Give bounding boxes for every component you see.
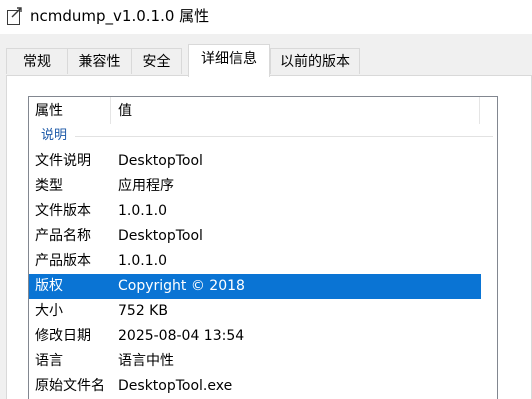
tab-strip: 常规 兼容性 安全 详细信息 以前的版本	[0, 34, 532, 77]
property-value: 1.0.1.0	[118, 203, 167, 219]
list-item[interactable]: 文件说明 DesktopTool	[29, 149, 481, 174]
column-divider[interactable]	[479, 97, 480, 124]
tab-security[interactable]: 安全	[131, 48, 182, 74]
group-label: 说明	[41, 128, 68, 143]
properties-window: ncmdump_v1.0.1.0 属性 常规 兼容性 安全 详细信息 以前的版本…	[0, 0, 532, 399]
property-name: 产品版本	[35, 253, 91, 269]
column-header: 属性 值	[29, 97, 497, 124]
tab-general[interactable]: 常规	[6, 48, 68, 74]
column-header-property[interactable]: 属性	[35, 102, 63, 120]
title-bar[interactable]: ncmdump_v1.0.1.0 属性	[0, 0, 532, 34]
list-item[interactable]: 产品版本 1.0.1.0	[29, 249, 481, 274]
list-item[interactable]: 语言 语言中性	[29, 349, 481, 374]
column-divider[interactable]	[110, 97, 111, 124]
column-header-value[interactable]: 值	[118, 102, 132, 120]
property-value: 应用程序	[118, 178, 174, 194]
property-value: Copyright © 2018	[118, 278, 245, 294]
property-value: DesktopTool.exe	[118, 378, 233, 394]
properties-icon	[6, 6, 24, 26]
list-item[interactable]: 文件版本 1.0.1.0	[29, 199, 481, 224]
details-list[interactable]: 属性 值 说明 文件说明 DesktopTool 类型 应用程序 文件版本 1.…	[28, 96, 498, 399]
property-name: 大小	[35, 303, 63, 319]
property-value: 2025-08-04 13:54	[118, 328, 245, 344]
tab-details[interactable]: 详细信息	[188, 44, 270, 77]
window-title: ncmdump_v1.0.1.0 属性	[30, 7, 210, 25]
property-name: 文件版本	[35, 203, 91, 219]
tab-compatibility[interactable]: 兼容性	[67, 48, 132, 74]
property-value: DesktopTool	[118, 228, 203, 244]
list-item[interactable]: 大小 752 KB	[29, 299, 481, 324]
list-item[interactable]: 产品名称 DesktopTool	[29, 224, 481, 249]
tab-previous-versions[interactable]: 以前的版本	[270, 48, 360, 74]
list-item[interactable]: 原始文件名 DesktopTool.exe	[29, 374, 481, 399]
property-name: 版权	[35, 278, 63, 294]
property-name: 产品名称	[35, 228, 91, 244]
property-value: 1.0.1.0	[118, 253, 167, 269]
property-value: DesktopTool	[118, 153, 203, 169]
list-item[interactable]: 修改日期 2025-08-04 13:54	[29, 324, 481, 349]
list-item[interactable]: 类型 应用程序	[29, 174, 481, 199]
list-item-selected[interactable]: 版权 Copyright © 2018	[29, 274, 481, 299]
group-description: 说明	[29, 124, 497, 149]
property-name: 文件说明	[35, 153, 91, 169]
property-name: 类型	[35, 178, 63, 194]
property-name: 修改日期	[35, 328, 91, 344]
property-name: 语言	[35, 353, 63, 369]
property-value: 语言中性	[118, 353, 174, 369]
property-value: 752 KB	[118, 303, 168, 319]
group-divider	[75, 136, 493, 137]
property-name: 原始文件名	[35, 378, 105, 394]
